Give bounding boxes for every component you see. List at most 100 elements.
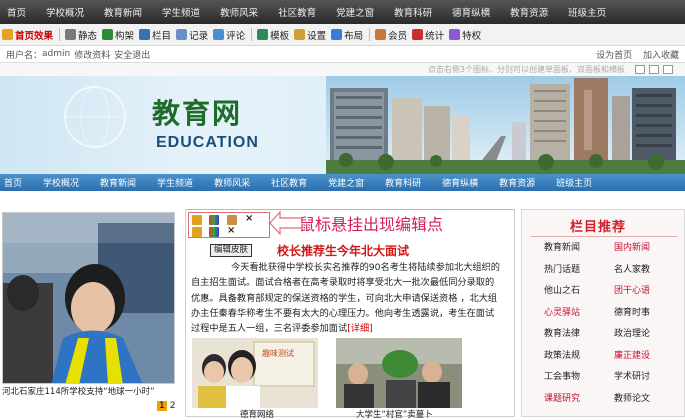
top-nav-item[interactable]: 社区教育 [278, 5, 316, 19]
panel-hint-strip: 点击右侧3个图标，分别可以创建单面板、双面板和横板 [0, 63, 685, 76]
top-nav-item[interactable]: 德育纵横 [452, 5, 490, 19]
edit-skin-button[interactable]: 编辑皮肤 [210, 244, 253, 257]
slideshow-pager: 1 2 [157, 401, 175, 411]
photo-caption: 河北石家庄114所学校支持“地球一小时” [2, 387, 155, 397]
main-nav-item[interactable]: 教育科研 [385, 176, 421, 189]
recommended-column-link[interactable]: 工会事物 [544, 369, 580, 382]
thumbnail-caption-1[interactable]: 德育网络 [240, 408, 274, 420]
main-nav-item[interactable]: 德育纵横 [442, 176, 478, 189]
main-nav-item[interactable]: 学生频道 [157, 176, 193, 189]
home-icon [2, 29, 13, 40]
top-nav-item[interactable]: 教育科研 [394, 5, 432, 19]
toolbar-button[interactable]: 记录 [176, 28, 208, 42]
horizontal-panel-icon[interactable] [663, 65, 673, 74]
toolbar-button[interactable]: 模板 [257, 28, 289, 42]
main-nav-item[interactable]: 首页 [4, 176, 22, 189]
news-more-link[interactable]: [详细] [347, 323, 373, 334]
edit-profile-link[interactable]: 修改资料 [74, 48, 110, 61]
layout-icon [331, 29, 343, 40]
main-nav-item[interactable]: 班级主页 [556, 176, 592, 189]
site-banner: 教育网 EDUCATION [0, 76, 685, 174]
pencil-edit-icon[interactable] [192, 215, 202, 225]
top-nav-item[interactable]: 学生频道 [162, 5, 200, 19]
main-nav-item[interactable]: 教师风采 [214, 176, 250, 189]
toolbar-separator [251, 28, 253, 41]
thumbnail-sign-text: 趣味测试 [262, 348, 294, 358]
main-nav-item[interactable]: 党建之窗 [328, 176, 364, 189]
double-panel-icon[interactable] [649, 65, 659, 74]
news-thumbnail-1[interactable]: 趣味测试 [192, 338, 318, 408]
site-logo-title: 教育网 [152, 97, 243, 130]
set-homepage-link[interactable]: 设为首页 [596, 51, 632, 61]
logout-link[interactable]: 安全退出 [114, 48, 150, 61]
top-nav-item[interactable]: 党建之窗 [336, 5, 374, 19]
thumbnail-caption-2[interactable]: 大学生“村官”卖蔓卜 [356, 408, 433, 420]
site-logo-subtitle: EDUCATION [156, 134, 259, 151]
globe-watermark-icon [64, 86, 126, 148]
toolbar-separator [369, 28, 371, 41]
recommended-column-link[interactable]: 他山之石 [544, 283, 580, 296]
recommended-column-link[interactable]: 政策法规 [544, 348, 580, 361]
pencil-edit-icon-2[interactable] [192, 227, 202, 237]
main-nav-item[interactable]: 教育资源 [499, 176, 535, 189]
close-icon-2[interactable]: × [227, 225, 235, 236]
admin-toolbar: 首页效果 静态 构架 栏目 记录 评论 模板 设置 布局 会员 统计 特权 [0, 24, 685, 46]
close-icon[interactable]: × [245, 213, 253, 224]
thumbnail-photo-2 [336, 338, 462, 408]
recommended-columns-divider [530, 236, 678, 237]
recommended-column-link[interactable]: 国内新闻 [614, 240, 650, 253]
structure-icon [102, 29, 114, 40]
palette-icon-2[interactable] [209, 227, 219, 237]
palette-icon[interactable] [209, 215, 219, 225]
recommended-column-link[interactable]: 名人家教 [614, 262, 650, 275]
top-navigation: 首页 学校概况 教育新闻 学生频道 教师风采 社区教育 党建之窗 教育科研 德育纵横 教育资源 班级… [0, 0, 685, 24]
toolbar-button[interactable]: 特权 [449, 28, 481, 42]
recommended-column-link[interactable]: 心灵驿站 [544, 305, 580, 318]
toolbar-button[interactable]: 设置 [294, 28, 326, 42]
recommended-column-link[interactable]: 廉正建设 [614, 348, 650, 361]
hover-edit-hint: 鼠标悬挂出现编辑点 [299, 215, 444, 234]
recommended-column-link[interactable]: 教师论文 [614, 391, 650, 404]
toolbar-button[interactable]: 栏目 [139, 28, 171, 42]
pager-page-2[interactable]: 2 [170, 401, 176, 411]
top-nav-item[interactable]: 教育新闻 [104, 5, 142, 19]
top-nav-item[interactable]: 教师风采 [220, 5, 258, 19]
main-nav-item[interactable]: 学校概况 [43, 176, 79, 189]
toolbar-button-label: 模板 [270, 30, 290, 42]
top-nav-item[interactable]: 教育资源 [510, 5, 548, 19]
recommended-column-link[interactable]: 热门话题 [544, 262, 580, 275]
recommended-column-link[interactable]: 课题研究 [544, 391, 580, 404]
toolbar-button[interactable]: 会员 [375, 28, 407, 42]
news-body-text: 今天看批获得中学校长实名推荐的90名考生将陆续参加北大组织的自主招生面试。面试合… [191, 262, 500, 335]
recommended-column-link[interactable]: 政治理论 [614, 326, 650, 339]
frame-icon[interactable] [227, 215, 237, 225]
news-headline[interactable]: 校长推荐生今年北大面试 [277, 242, 409, 259]
photo-slideshow[interactable] [2, 212, 175, 384]
news-body: 今天看批获得中学校长实名推荐的90名考生将陆续参加北大组织的自主招生面试。面试合… [191, 260, 503, 336]
recommended-column-link[interactable]: 教育法律 [544, 326, 580, 339]
main-nav-item[interactable]: 社区教育 [271, 176, 307, 189]
top-nav-item[interactable]: 首页 [7, 5, 26, 19]
main-nav-item[interactable]: 教育新闻 [100, 176, 136, 189]
add-favorite-link[interactable]: 加入收藏 [643, 51, 679, 61]
top-nav-item[interactable]: 班级主页 [568, 5, 606, 19]
toolbar-button[interactable]: 首页效果 [2, 28, 53, 42]
recommended-column-link[interactable]: 德育时事 [614, 305, 650, 318]
pointer-arrow-icon [269, 210, 301, 236]
recommended-column-link[interactable]: 教育新闻 [544, 240, 580, 253]
toolbar-button[interactable]: 统计 [412, 28, 444, 42]
news-thumbnail-2[interactable] [336, 338, 462, 408]
settings-icon [294, 29, 306, 40]
pager-page-1[interactable]: 1 [157, 401, 167, 411]
stats-icon [412, 29, 424, 40]
toolbar-button[interactable]: 评论 [213, 28, 245, 42]
top-nav-item[interactable]: 学校概况 [46, 5, 84, 19]
toolbar-button[interactable]: 静态 [65, 28, 97, 42]
recommended-column-link[interactable]: 团干心语 [614, 283, 650, 296]
recommended-column-link[interactable]: 学术研讨 [614, 369, 650, 382]
toolbar-button[interactable]: 构架 [102, 28, 134, 42]
toolbar-button[interactable]: 布局 [331, 28, 363, 42]
user-bar-right: 设为首页 加入收藏 [588, 48, 679, 61]
toolbar-button-label: 会员 [388, 30, 408, 42]
single-panel-icon[interactable] [635, 65, 645, 74]
